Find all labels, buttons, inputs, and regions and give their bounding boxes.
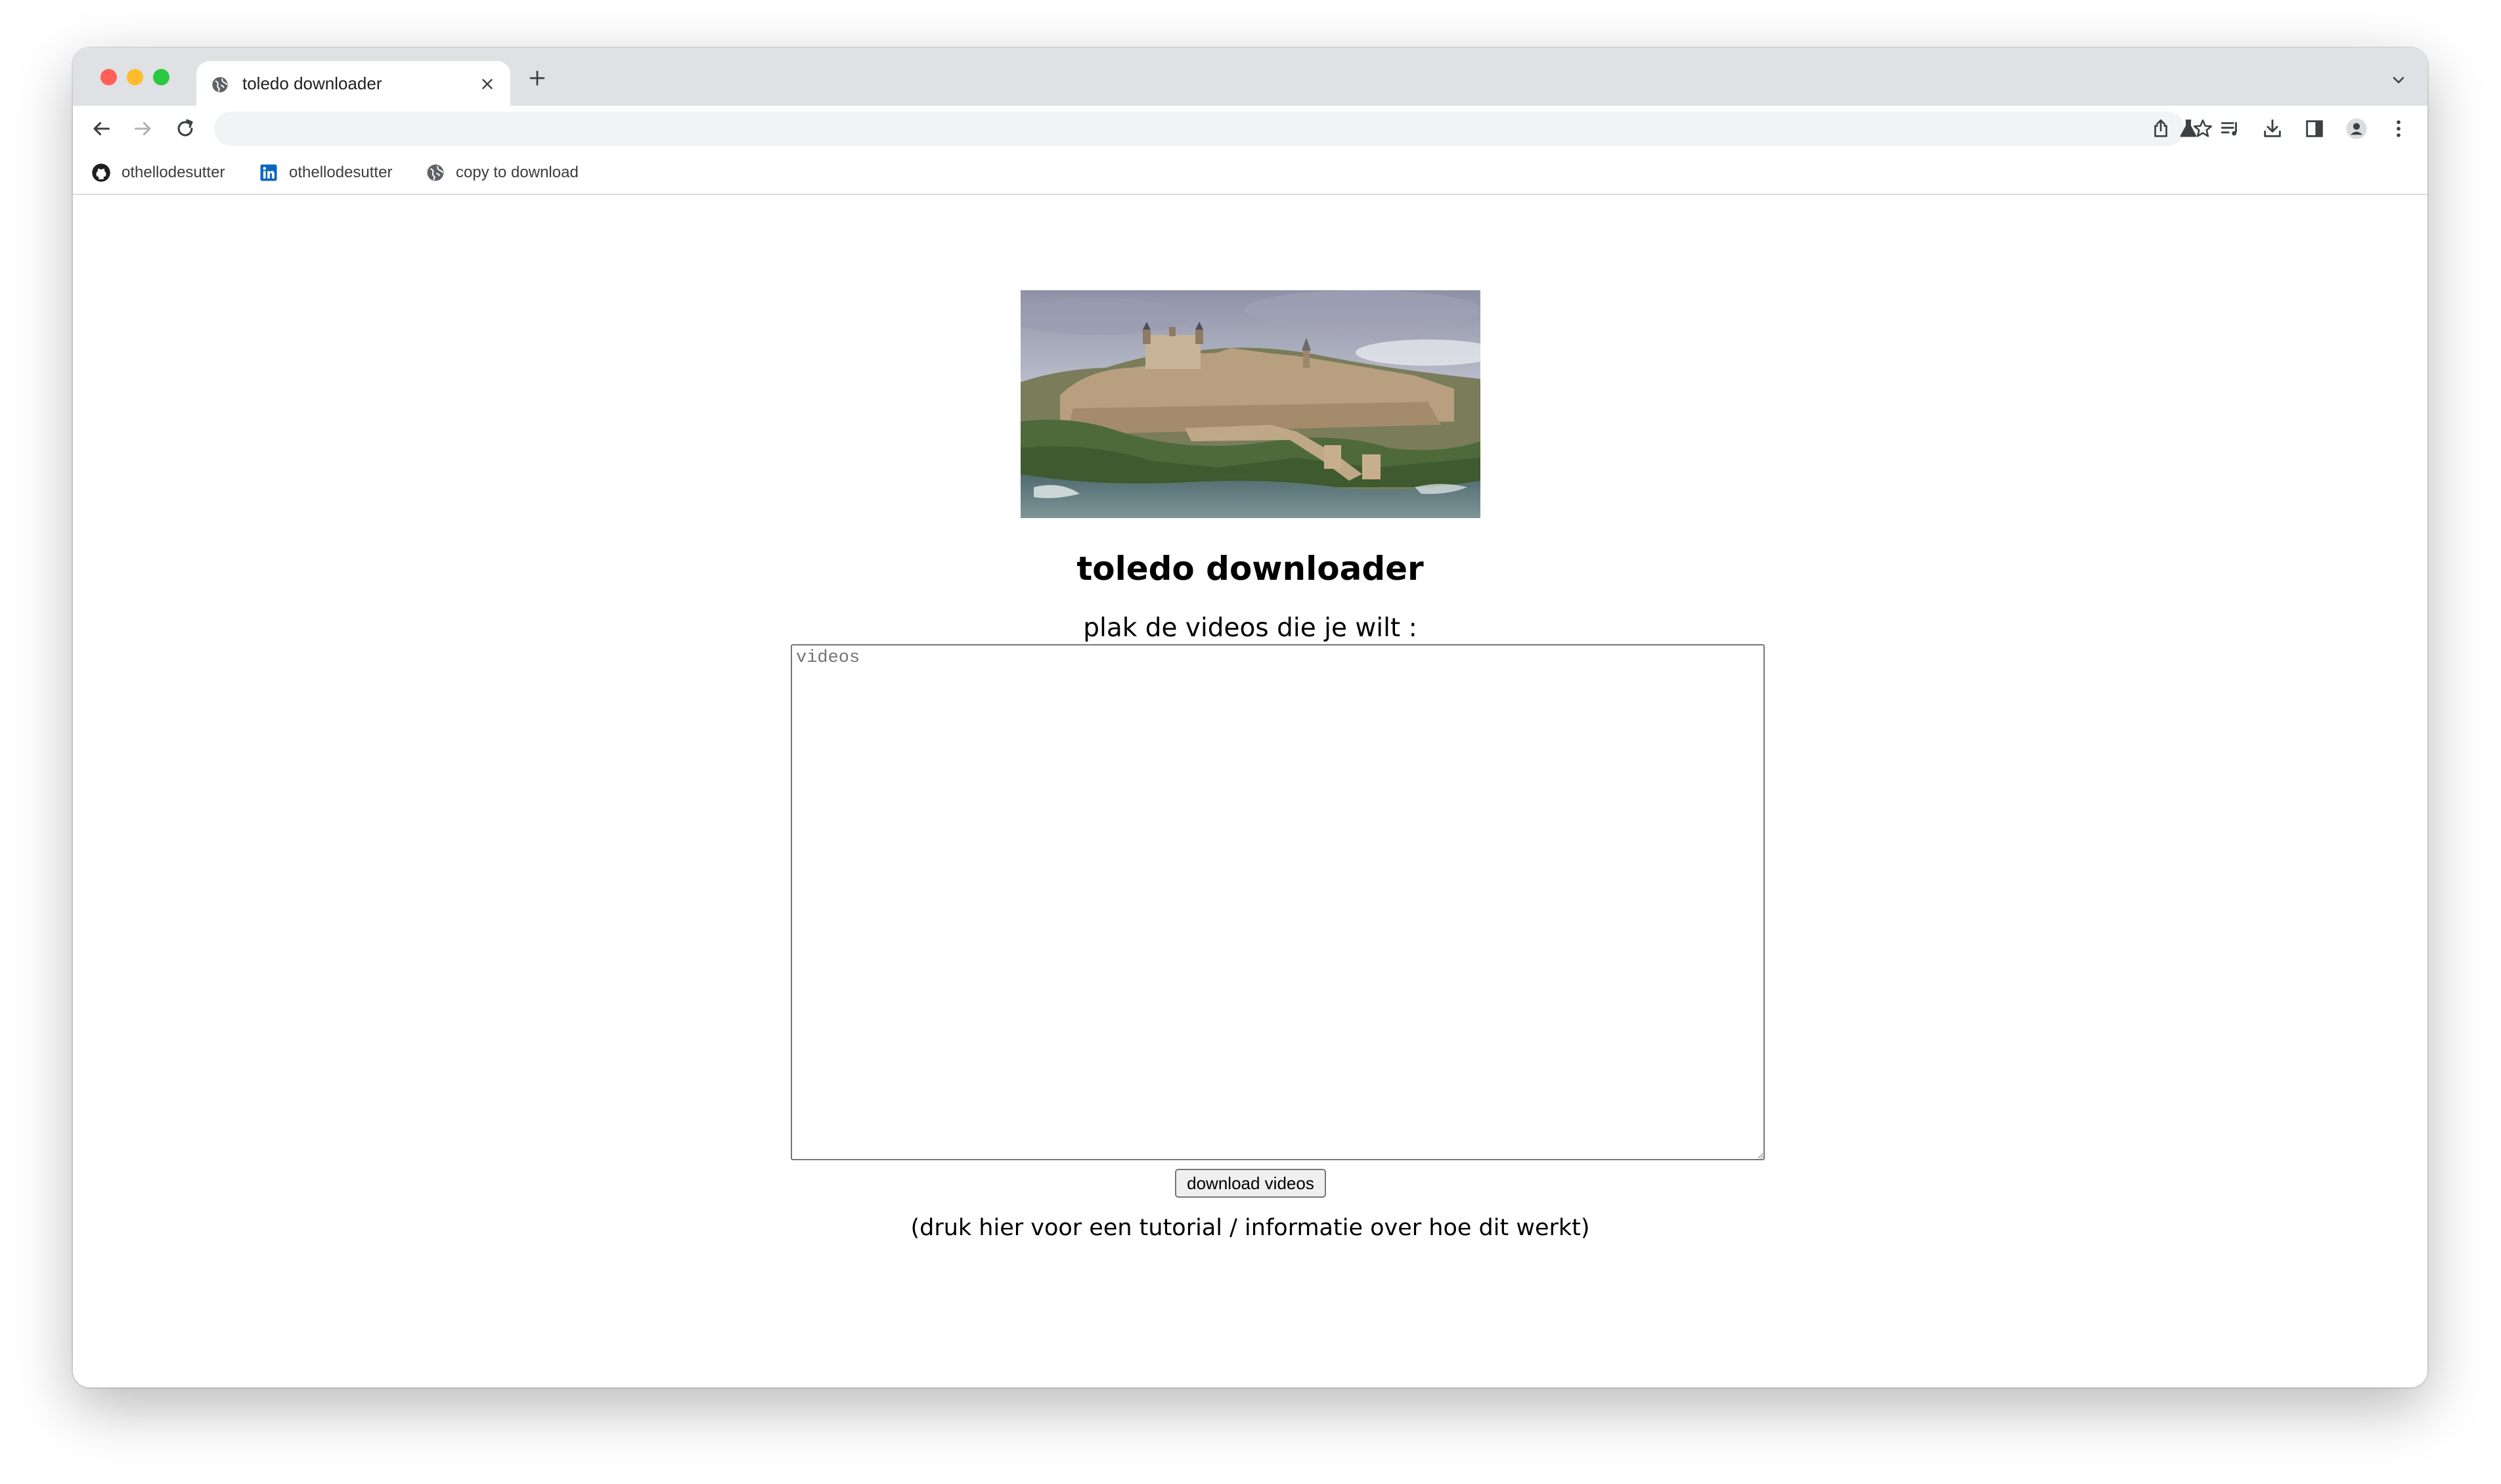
reload-icon[interactable]	[174, 118, 196, 140]
github-icon	[92, 164, 110, 182]
maximize-window-button[interactable]	[153, 69, 169, 85]
download-videos-button[interactable]: download videos	[1175, 1169, 1326, 1198]
browser-window: toledo downloader othellodesutter othell…	[73, 48, 2427, 1387]
download-icon[interactable]	[2261, 118, 2284, 140]
active-tab[interactable]: toledo downloader	[196, 61, 510, 106]
close-window-button[interactable]	[100, 69, 117, 85]
new-tab-icon[interactable]	[527, 68, 547, 88]
bookmark-copy-to-download[interactable]: copy to download	[426, 161, 579, 185]
bookmark-github[interactable]: othellodesutter	[91, 161, 225, 185]
close-tab-icon[interactable]	[479, 76, 496, 93]
toolbar	[73, 106, 2427, 152]
profile-avatar-icon[interactable]	[2345, 118, 2368, 140]
address-bar[interactable]	[214, 112, 2213, 146]
forward-arrow-icon[interactable]	[132, 118, 154, 140]
page-content: toledo downloader plak de videos die je …	[73, 195, 2427, 1387]
page-title: toledo downloader	[1076, 550, 1424, 588]
toledo-panorama-image	[1021, 290, 1480, 518]
bookmark-label: othellodesutter	[122, 164, 225, 181]
bookmark-label: othellodesutter	[289, 164, 393, 181]
tab-title: toledo downloader	[242, 74, 382, 93]
globe-icon	[427, 164, 444, 181]
share-icon[interactable]	[2150, 118, 2172, 140]
bookmarks-bar: othellodesutter othellodesutter copy to …	[73, 152, 2427, 195]
more-menu-icon[interactable]	[2387, 118, 2410, 140]
bookmark-label: copy to download	[456, 164, 579, 181]
tutorial-link[interactable]: (druk hier voor een tutorial / informati…	[73, 1215, 2427, 1241]
side-panel-icon[interactable]	[2303, 118, 2326, 140]
chevron-down-icon[interactable]	[2389, 71, 2408, 89]
minimize-window-button[interactable]	[127, 69, 143, 85]
reading-list-icon[interactable]	[2219, 118, 2242, 140]
page-subtitle: plak de videos die je wilt :	[1083, 613, 1417, 643]
linkedin-icon	[260, 164, 277, 181]
back-arrow-icon[interactable]	[90, 118, 112, 140]
tab-strip: toledo downloader	[73, 48, 2427, 106]
videos-input[interactable]	[791, 644, 1765, 1160]
labs-flask-icon[interactable]	[2177, 118, 2200, 140]
bookmark-linkedin[interactable]: othellodesutter	[259, 161, 392, 185]
globe-icon	[212, 77, 228, 93]
